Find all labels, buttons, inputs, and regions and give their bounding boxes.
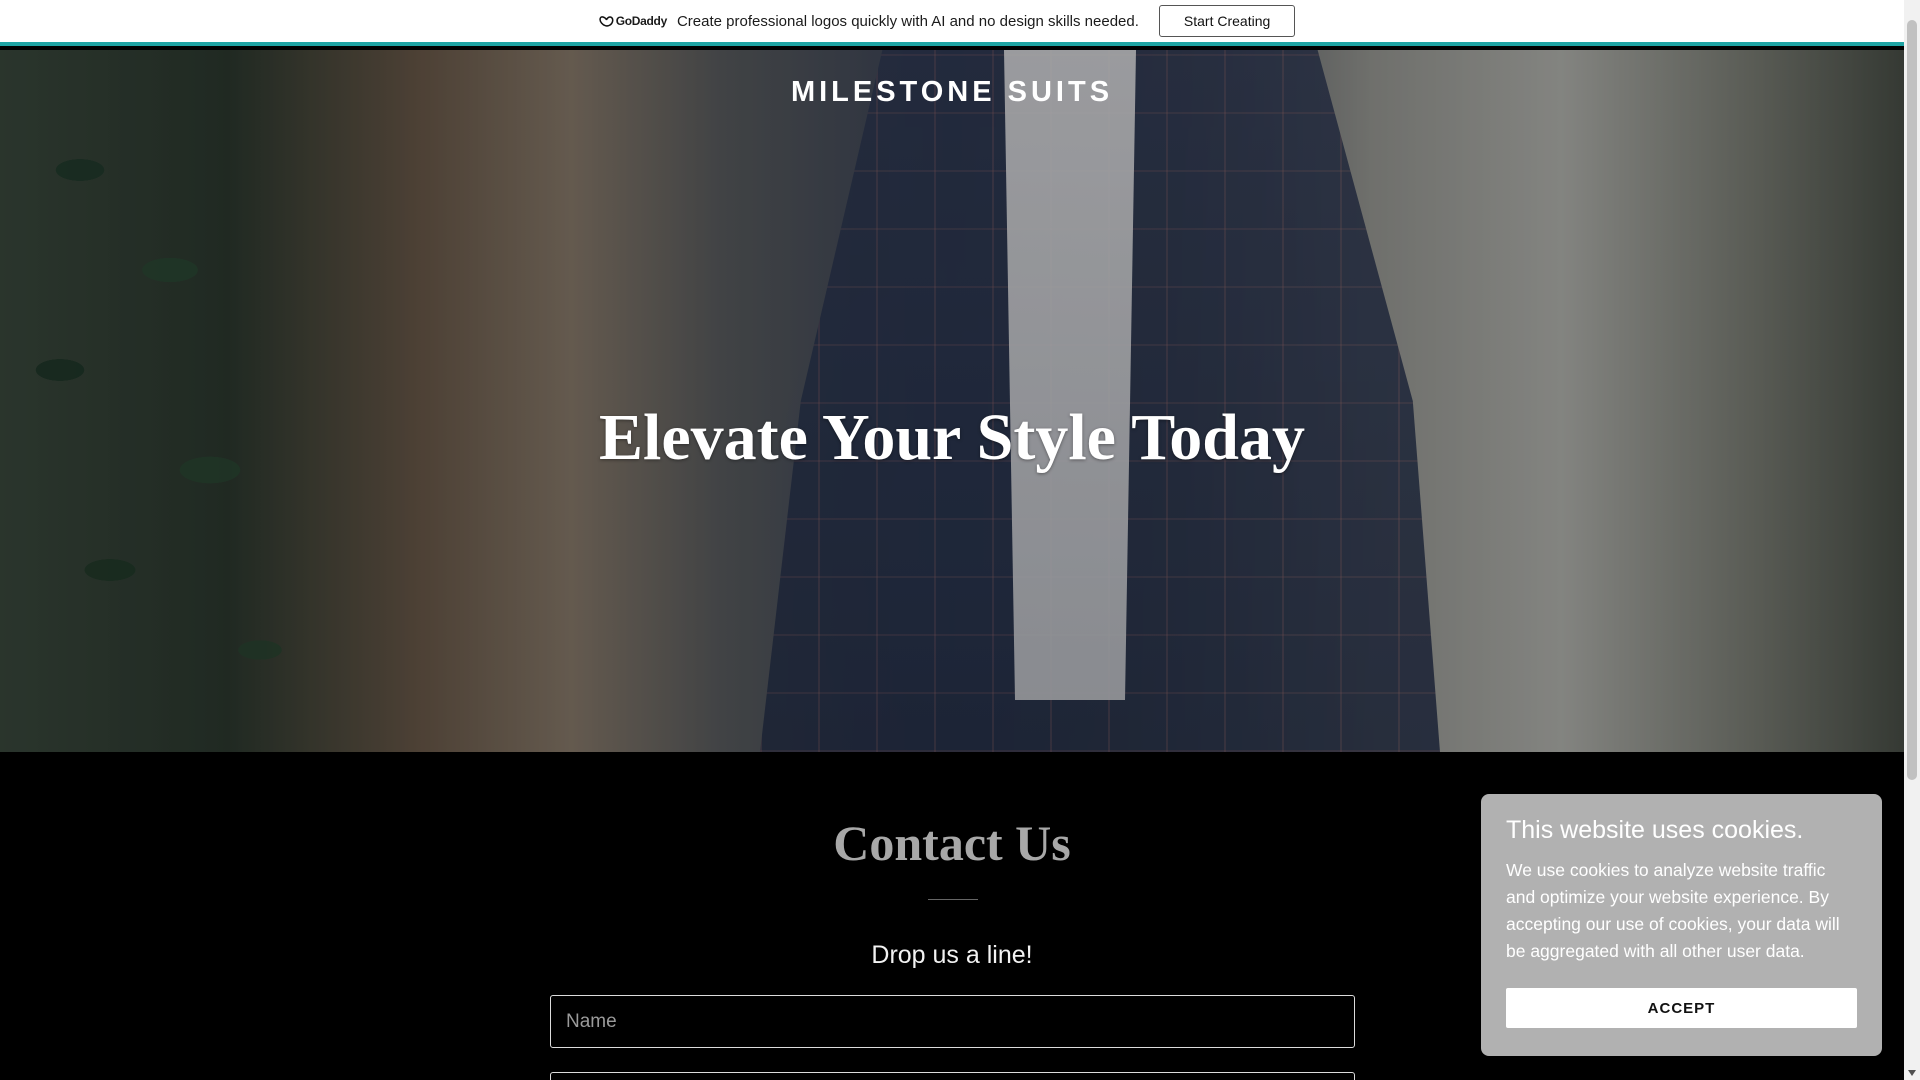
cookie-text: We use cookies to analyze website traffi… <box>1506 860 1840 961</box>
page: GoDaddy Create professional logos quickl… <box>0 0 1920 1080</box>
hero-section: MILESTONE SUITS Elevate Your Style Today <box>0 50 1904 752</box>
start-creating-button[interactable]: Start Creating <box>1158 5 1296 37</box>
godaddy-logo: GoDaddy <box>599 14 667 28</box>
email-field[interactable] <box>550 1072 1355 1080</box>
godaddy-logo-icon <box>599 15 614 27</box>
cookie-banner: This website uses cookies. We use cookie… <box>1481 794 1882 1056</box>
promo-content: GoDaddy Create professional logos quickl… <box>599 5 1296 37</box>
godaddy-brand-text: GoDaddy <box>615 14 668 28</box>
promo-message: Create professional logos quickly with A… <box>676 12 1139 30</box>
scrollbar-thumb[interactable] <box>1907 20 1917 780</box>
promo-bar: GoDaddy Create professional logos quickl… <box>0 0 1904 46</box>
hero-heading: Elevate Your Style Today <box>599 401 1305 474</box>
accept-cookies-button[interactable]: ACCEPT <box>1506 988 1857 1028</box>
name-field[interactable] <box>550 995 1355 1048</box>
cookie-title: This website uses cookies. <box>1506 816 1804 844</box>
page-scrollbar[interactable] <box>1904 0 1920 1080</box>
site-title[interactable]: MILESTONE SUITS <box>0 76 1904 109</box>
scroll-down-arrow-icon[interactable] <box>1908 1070 1916 1076</box>
contact-divider <box>928 899 978 900</box>
